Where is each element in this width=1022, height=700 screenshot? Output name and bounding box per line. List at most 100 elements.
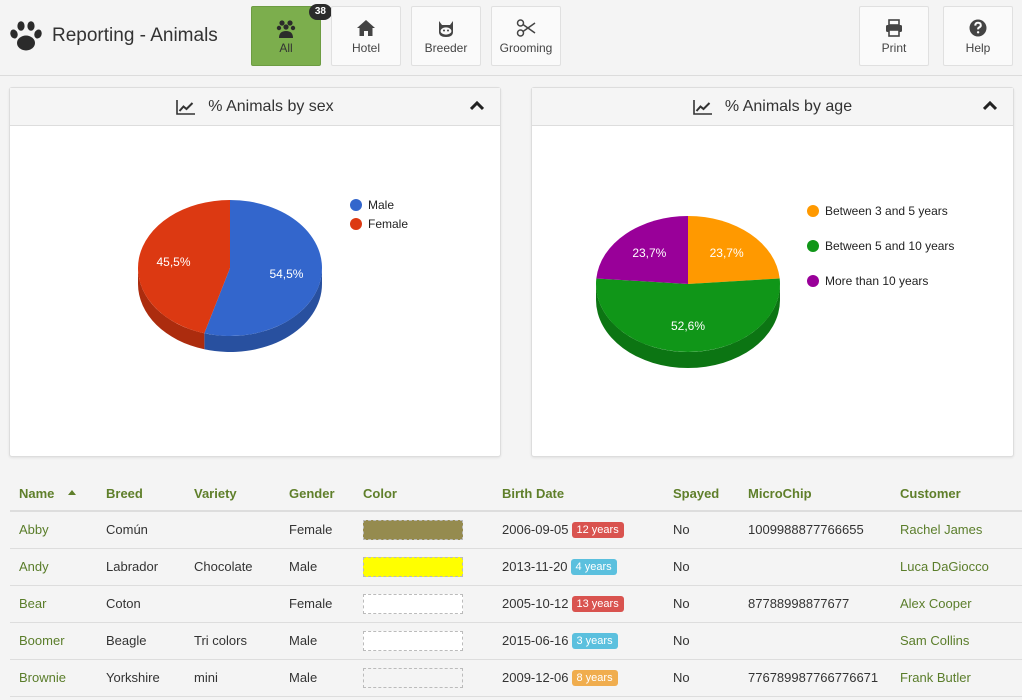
- variety-cell: [185, 585, 280, 623]
- breed-cell: Coton: [97, 585, 185, 623]
- column-header-birth-date[interactable]: Birth Date: [493, 476, 664, 512]
- spayed-cell: No: [664, 511, 739, 549]
- column-header-microchip[interactable]: MicroChip: [739, 476, 891, 512]
- print-button[interactable]: Print: [859, 6, 929, 66]
- chevron-up-icon[interactable]: [470, 100, 484, 112]
- microchip-cell: [739, 548, 891, 586]
- column-header-breed[interactable]: Breed: [97, 476, 185, 512]
- column-header-variety[interactable]: Variety: [185, 476, 280, 512]
- animal-name-link[interactable]: Bear: [10, 585, 97, 623]
- customer-link[interactable]: Rachel James: [891, 511, 1022, 549]
- column-header-customer[interactable]: Customer: [891, 476, 1022, 512]
- customer-link[interactable]: Frank Butler: [891, 659, 1022, 697]
- table-row[interactable]: Andy Labrador Chocolate Male 2013-11-20 4…: [10, 548, 1022, 586]
- nav-button-all[interactable]: All 38: [251, 4, 332, 66]
- age-badge: 13 years: [571, 595, 624, 612]
- variety-cell: Tri colors: [185, 622, 280, 660]
- pie-data-label: 45,5%: [157, 255, 191, 269]
- cat-icon: [439, 20, 453, 37]
- breed-cell: Común: [97, 511, 185, 549]
- birth-date-cell: 2015-06-16 3 years: [493, 622, 664, 660]
- gender-cell: Male: [280, 659, 354, 697]
- legend-label[interactable]: Between 3 and 5 years: [825, 204, 948, 218]
- legend-label[interactable]: Female: [368, 217, 408, 231]
- brand: Reporting - Animals: [8, 18, 218, 54]
- app-header: Reporting - Animals All 38 Hotel Breeder: [0, 0, 1022, 76]
- customer-link[interactable]: Sam Collins: [891, 622, 1022, 660]
- animal-name-link[interactable]: Abby: [10, 511, 97, 549]
- panel-animals-by-sex: % Animals by sex 54,5% 45,5% Male Female: [9, 87, 501, 457]
- panel-title: % Animals by age: [724, 97, 853, 115]
- customer-link[interactable]: Alex Cooper: [891, 585, 1022, 623]
- variety-cell: Chocolate: [185, 548, 280, 586]
- pie-data-label: 54,5%: [269, 267, 303, 281]
- gender-cell: Male: [280, 622, 354, 660]
- microchip-cell: 87788998877677: [739, 585, 891, 623]
- color-swatch: [363, 667, 463, 688]
- variety-cell: mini: [185, 659, 280, 697]
- home-icon: [357, 19, 375, 36]
- color-cell: [354, 511, 493, 549]
- color-cell: [354, 659, 493, 697]
- birth-date-cell: 2009-12-06 8 years: [493, 659, 664, 697]
- nav-button-breeder[interactable]: Breeder: [411, 6, 481, 66]
- pie-data-label: 23,7%: [632, 246, 666, 260]
- birth-date: 2006-09-05: [502, 521, 569, 537]
- animals-table: Name Breed Variety Gender Color Birth Da…: [10, 476, 1022, 697]
- nav-label: Breeder: [424, 40, 468, 55]
- column-header-gender[interactable]: Gender: [280, 476, 354, 512]
- panel-header: % Animals by sex: [10, 88, 500, 126]
- age-badge: 3 years: [571, 632, 618, 649]
- nav-button-grooming[interactable]: Grooming: [491, 6, 561, 66]
- legend-label[interactable]: More than 10 years: [825, 274, 928, 288]
- table-header-row: Name Breed Variety Gender Color Birth Da…: [10, 476, 1022, 512]
- breed-cell: Beagle: [97, 622, 185, 660]
- help-button[interactable]: Help: [943, 6, 1013, 66]
- spayed-cell: No: [664, 585, 739, 623]
- question-circle-icon: [969, 19, 987, 36]
- chevron-up-icon[interactable]: [983, 100, 997, 112]
- paw-group-icon: [276, 19, 296, 38]
- breed-cell: Yorkshire: [97, 659, 185, 697]
- legend-marker: [350, 218, 362, 230]
- gender-cell: Female: [280, 511, 354, 549]
- nav-button-hotel[interactable]: Hotel: [331, 6, 401, 66]
- legend-label[interactable]: Male: [368, 198, 394, 212]
- color-swatch: [363, 593, 463, 614]
- table-row[interactable]: Bear Coton Female 2005-10-12 13 years No …: [10, 585, 1022, 623]
- animal-name-link[interactable]: Brownie: [10, 659, 97, 697]
- spayed-cell: No: [664, 622, 739, 660]
- animal-name-link[interactable]: Andy: [10, 548, 97, 586]
- line-chart-icon: [176, 99, 196, 115]
- line-chart-icon: [693, 99, 712, 115]
- color-swatch: [363, 630, 463, 651]
- microchip-cell: 1009988877766655: [739, 511, 891, 549]
- birth-date: 2013-11-20: [502, 558, 568, 574]
- column-header-spayed[interactable]: Spayed: [664, 476, 739, 512]
- sex-pie-chart: 54,5% 45,5% Male Female: [137, 198, 408, 352]
- gender-cell: Female: [280, 585, 354, 623]
- nav-label: Hotel: [351, 40, 380, 55]
- animal-name-link[interactable]: Boomer: [10, 622, 97, 660]
- legend-marker: [807, 275, 819, 287]
- table-row[interactable]: Boomer Beagle Tri colors Male 2015-06-16…: [10, 622, 1022, 660]
- microchip-cell: [739, 622, 891, 660]
- legend-label[interactable]: Between 5 and 10 years: [825, 239, 954, 253]
- color-swatch: [363, 519, 463, 540]
- customer-link[interactable]: Luca DaGiocco: [891, 548, 1022, 586]
- table-row[interactable]: Brownie Yorkshire mini Male 2009-12-06 8 …: [10, 659, 1022, 697]
- birth-date-cell: 2013-11-20 4 years: [493, 548, 664, 586]
- spayed-cell: No: [664, 659, 739, 697]
- column-header-color[interactable]: Color: [354, 476, 493, 512]
- panel-header: % Animals by age: [532, 88, 1013, 126]
- legend-marker: [350, 199, 362, 211]
- table-row[interactable]: Abby Común Female 2006-09-05 12 years No …: [10, 511, 1022, 549]
- panel-animals-by-age: % Animals by age 23,7% 52,6% 23,7% Between …: [531, 87, 1014, 457]
- gender-cell: Male: [280, 548, 354, 586]
- column-header-name[interactable]: Name: [10, 476, 97, 512]
- pie-data-label: 52,6%: [671, 319, 705, 333]
- help-label: Help: [965, 40, 991, 55]
- color-swatch: [363, 556, 463, 577]
- paw-icon: [10, 21, 42, 51]
- color-cell: [354, 622, 493, 660]
